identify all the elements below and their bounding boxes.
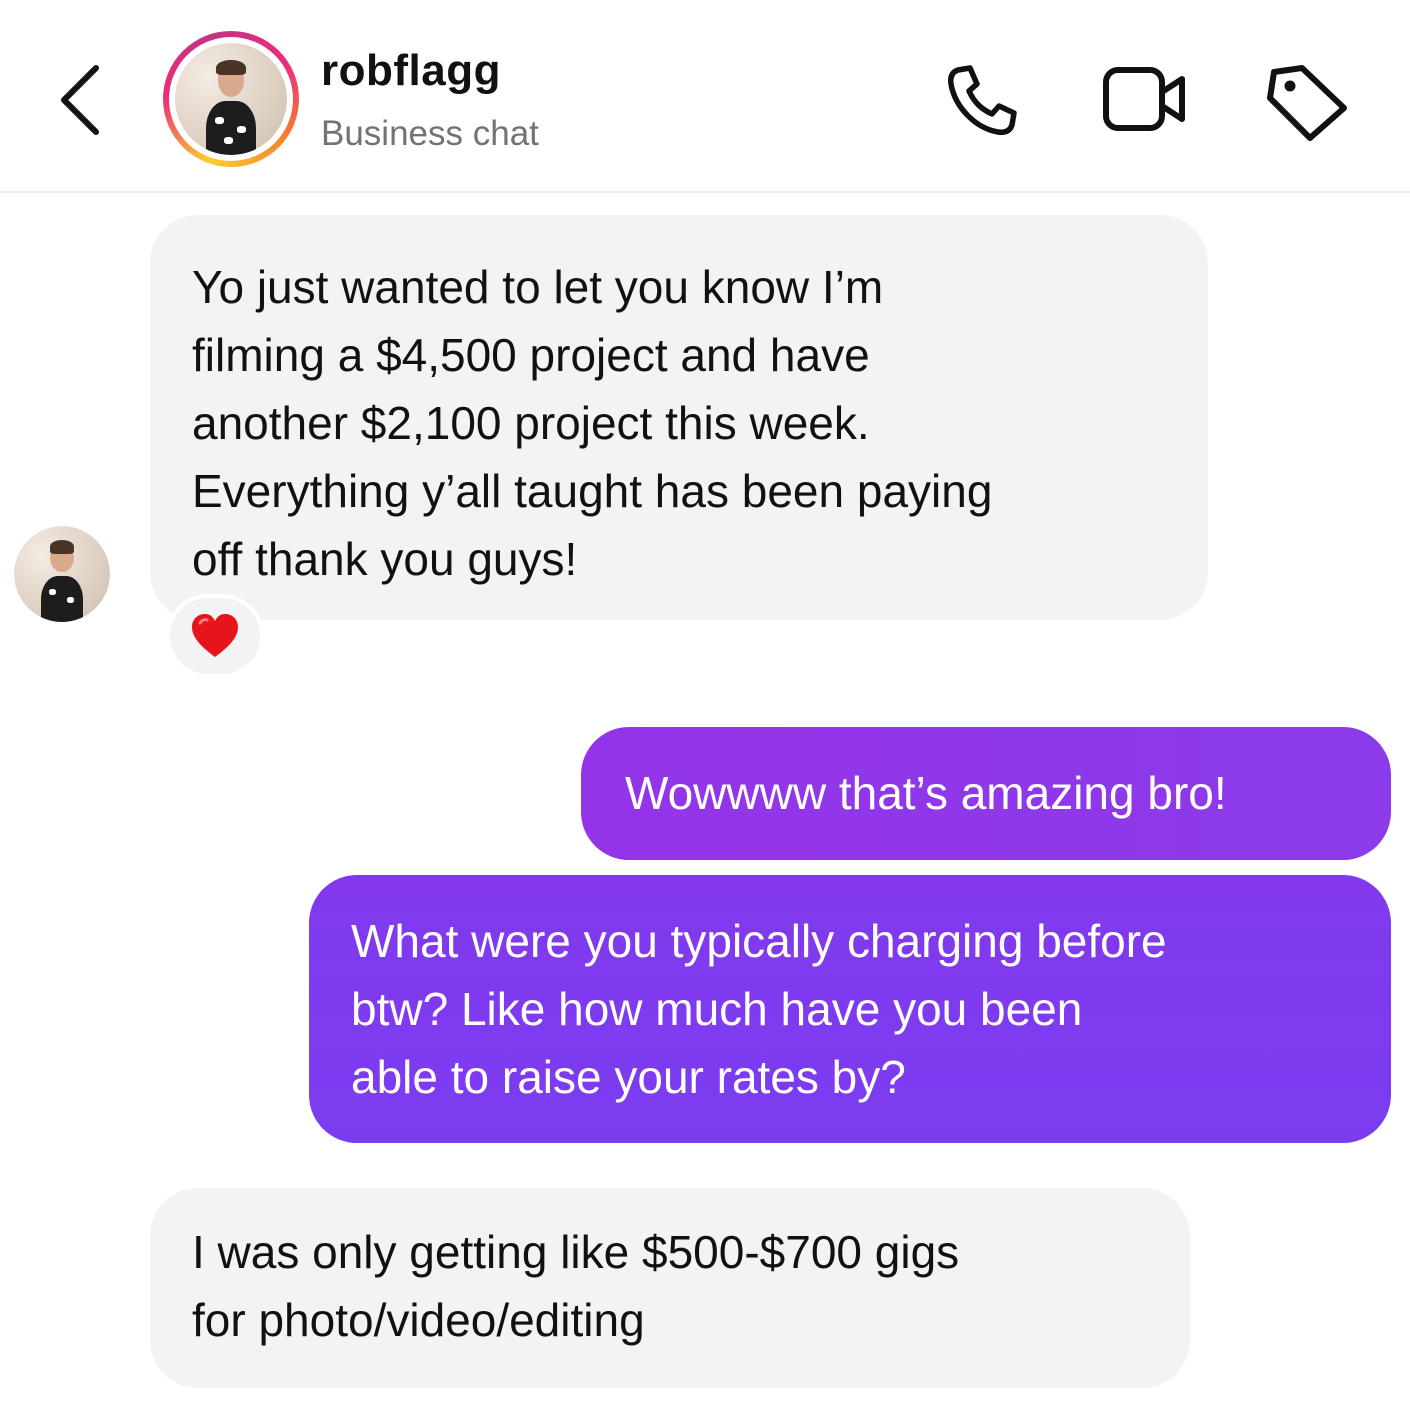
heart-icon [192,614,238,657]
video-call-button[interactable] [1102,62,1190,138]
phone-icon [948,65,1017,135]
incoming-message[interactable]: Yo just wanted to let you know I’m filmi… [150,215,1208,620]
back-button[interactable] [52,62,112,138]
chat-username[interactable]: robflagg [321,46,501,96]
incoming-message[interactable]: I was only getting like $500-$700 gigs f… [150,1188,1190,1388]
outgoing-message[interactable]: Wowwww that’s amazing bro! [581,727,1391,860]
avatar-photo [175,43,287,155]
avatar-photo [14,526,110,622]
profile-avatar[interactable] [163,31,299,167]
chat-header: robflagg Business chat [0,0,1410,193]
chat-subtitle: Business chat [321,114,539,153]
tag-button[interactable] [1266,62,1350,142]
sender-avatar[interactable] [14,526,110,622]
voice-call-button[interactable] [944,62,1020,138]
video-camera-icon [1103,67,1185,131]
tag-icon [1267,65,1347,141]
outgoing-message[interactable]: What were you typically charging before … [309,875,1391,1143]
chevron-left-icon [61,65,99,135]
reaction-badge[interactable] [166,594,264,678]
